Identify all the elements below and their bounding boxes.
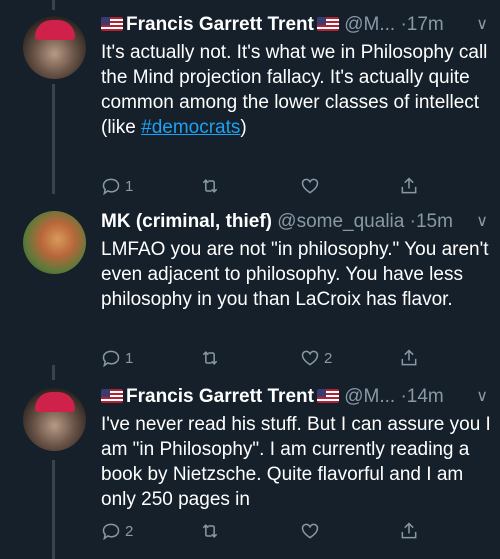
retweet-icon — [202, 524, 218, 538]
display-name[interactable]: Francis Garrett Trent — [126, 14, 314, 35]
chevron-down-icon[interactable]: ∨ — [476, 209, 488, 235]
tweet-text-tail: ) — [240, 117, 247, 138]
like-icon — [301, 178, 319, 194]
like-button[interactable]: 2 — [300, 347, 332, 369]
tweet[interactable]: Francis Garrett Trent @M... ·17m ∨ It's … — [0, 12, 500, 207]
handle[interactable]: @M... — [344, 14, 395, 35]
timestamp[interactable]: 14m — [407, 386, 444, 407]
avatar[interactable] — [23, 388, 86, 451]
us-flag-icon — [316, 17, 339, 31]
reply-icon — [102, 178, 120, 196]
us-flag-icon — [101, 389, 123, 403]
tweet-text: It's actually not. It's what we in Philo… — [101, 40, 491, 140]
timestamp[interactable]: 17m — [407, 14, 444, 35]
display-name[interactable]: MK (criminal, thief) — [101, 211, 272, 232]
share-icon — [401, 522, 417, 539]
reply-icon — [102, 523, 120, 541]
tweet-text: LMFAO you are not "in philosophy." You a… — [101, 239, 489, 310]
like-button[interactable] — [300, 175, 324, 197]
chevron-down-icon[interactable]: ∨ — [476, 12, 488, 38]
avatar[interactable] — [23, 16, 86, 79]
us-flag-icon — [101, 17, 123, 31]
share-button[interactable] — [399, 520, 419, 542]
hat-graphic — [35, 392, 75, 412]
reply-count: 1 — [125, 177, 134, 195]
action-bar: 1 — [101, 175, 431, 197]
share-icon — [401, 349, 417, 366]
tweet-header: Francis Garrett Trent @M... ·14m ∨ — [101, 384, 490, 410]
retweet-icon — [202, 351, 218, 365]
handle[interactable]: @some_qualia — [277, 211, 404, 232]
chevron-down-icon[interactable]: ∨ — [476, 384, 488, 410]
tweet[interactable]: Francis Garrett Trent @M... ·14m ∨ I've … — [0, 384, 500, 559]
share-button[interactable] — [399, 175, 419, 197]
share-button[interactable] — [399, 347, 419, 369]
reply-count: 2 — [125, 522, 134, 540]
reply-button[interactable]: 2 — [101, 520, 133, 542]
like-icon — [301, 523, 319, 539]
retweet-button[interactable] — [200, 175, 224, 197]
reply-button[interactable]: 1 — [101, 347, 133, 369]
reply-count: 1 — [125, 349, 134, 367]
tweet-text: I've never read his stuff. But I can ass… — [101, 414, 491, 510]
display-name[interactable]: Francis Garrett Trent — [126, 386, 314, 407]
timestamp[interactable]: 15m — [416, 211, 453, 232]
us-flag-icon — [316, 389, 339, 403]
share-icon — [401, 177, 417, 194]
hashtag-link[interactable]: #democrats — [141, 117, 240, 138]
handle[interactable]: @M... — [344, 386, 395, 407]
hat-graphic — [35, 20, 75, 40]
retweet-icon — [202, 179, 218, 193]
tweet-header: MK (criminal, thief) @some_qualia ·15m ∨ — [101, 209, 490, 235]
action-bar: 2 — [101, 520, 431, 542]
reply-button[interactable]: 1 — [101, 175, 133, 197]
tweet-header: Francis Garrett Trent @M... ·17m ∨ — [101, 12, 490, 38]
retweet-button[interactable] — [200, 347, 224, 369]
tweet[interactable]: MK (criminal, thief) @some_qualia ·15m ∨… — [0, 209, 500, 384]
avatar[interactable] — [23, 211, 86, 274]
retweet-button[interactable] — [200, 520, 224, 542]
like-count: 2 — [324, 349, 333, 367]
like-button[interactable] — [300, 520, 324, 542]
action-bar: 1 2 — [101, 347, 431, 369]
reply-icon — [102, 350, 120, 368]
thread-line — [52, 0, 55, 10]
like-icon — [301, 350, 319, 366]
